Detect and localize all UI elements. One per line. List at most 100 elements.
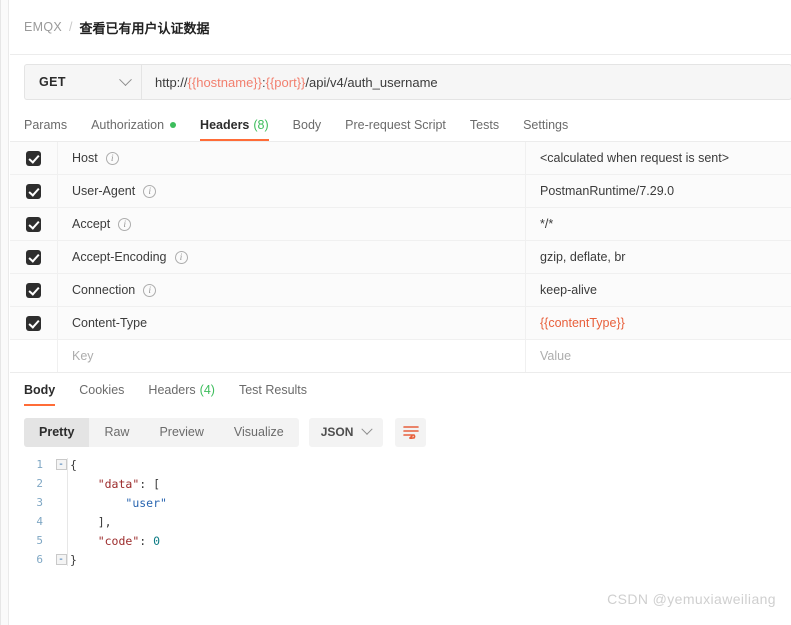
breadcrumb-separator: / xyxy=(69,20,73,34)
code-text: "code": 0 xyxy=(97,533,161,548)
checkbox-icon[interactable] xyxy=(26,249,41,265)
header-checkbox-cell[interactable] xyxy=(10,274,58,306)
tab-authorization[interactable]: Authorization xyxy=(91,109,177,141)
response-tab-cookies-label: Cookies xyxy=(79,383,125,397)
header-key-label: Host xyxy=(72,151,98,165)
header-key-label: Connection xyxy=(72,283,136,297)
response-tab-test-results[interactable]: Test Results xyxy=(239,374,307,406)
response-tab-headers[interactable]: Headers (4) xyxy=(148,374,215,406)
header-key-cell[interactable]: Accept-Encoding i xyxy=(58,241,526,273)
headers-table: Host i <calculated when request is sent>… xyxy=(10,142,791,373)
tab-pre-request-script-label: Pre-request Script xyxy=(345,118,446,132)
tab-tests[interactable]: Tests xyxy=(470,109,499,141)
tab-headers-count: (8) xyxy=(253,118,269,132)
line-number: 4 xyxy=(36,515,43,528)
header-checkbox-cell[interactable] xyxy=(10,142,58,174)
code-text: ], xyxy=(70,514,112,529)
watermark: CSDN @yemuxiaweiliang xyxy=(607,591,776,607)
table-row-new: Key Value xyxy=(10,340,791,373)
code-text: "user" xyxy=(125,495,167,510)
chevron-down-icon xyxy=(119,72,132,86)
tab-body[interactable]: Body xyxy=(293,109,322,141)
tab-headers-label: Headers xyxy=(200,118,250,132)
tab-headers[interactable]: Headers (8) xyxy=(200,109,269,141)
checkbox-icon[interactable] xyxy=(26,150,41,166)
header-value-cell[interactable]: gzip, deflate, br xyxy=(526,241,791,273)
response-tabs: Body Cookies Headers (4) Test Results xyxy=(10,373,791,406)
response-tab-body[interactable]: Body xyxy=(24,374,56,406)
header-key-label: Content-Type xyxy=(72,316,148,330)
header-value-cell[interactable]: */* xyxy=(526,208,791,240)
tab-pre-request-script[interactable]: Pre-request Script xyxy=(345,109,446,141)
code-text: } xyxy=(70,552,77,567)
table-row: Accept-Encoding i gzip, deflate, br xyxy=(10,241,791,274)
code-text: "data": [ xyxy=(97,476,161,491)
format-raw-button[interactable]: Raw xyxy=(89,418,144,447)
header-value-cell[interactable]: <calculated when request is sent> xyxy=(526,142,791,174)
tab-settings-label: Settings xyxy=(523,118,569,132)
header-key-cell[interactable]: User-Agent i xyxy=(58,175,526,207)
checkbox-icon[interactable] xyxy=(26,216,41,232)
line-number: 5 xyxy=(36,534,43,547)
code-line: 6 - } xyxy=(10,550,791,569)
left-rail xyxy=(1,0,9,625)
table-row: Accept i */* xyxy=(10,208,791,241)
format-pretty-button[interactable]: Pretty xyxy=(24,417,90,447)
header-value-cell[interactable]: {{contentType}} xyxy=(526,307,791,339)
line-number: 1 xyxy=(36,458,43,471)
checkbox-icon[interactable] xyxy=(26,183,41,199)
authorization-status-dot xyxy=(170,122,177,128)
url-path: /api/v4/auth_username xyxy=(305,74,438,90)
header-checkbox-cell-empty xyxy=(10,340,58,372)
line-number: 3 xyxy=(36,496,43,509)
info-icon[interactable]: i xyxy=(143,283,157,297)
table-row: Connection i keep-alive xyxy=(10,274,791,307)
response-tab-test-results-label: Test Results xyxy=(238,383,308,397)
header-key-cell[interactable]: Content-Type xyxy=(58,307,526,339)
url-input[interactable]: http://{{hostname}}: {{port}}/api/v4/auth… xyxy=(141,64,791,100)
header-checkbox-cell[interactable] xyxy=(10,208,58,240)
header-value-cell[interactable]: keep-alive xyxy=(526,274,791,306)
info-icon[interactable]: i xyxy=(118,217,132,231)
table-row: User-Agent i PostmanRuntime/7.29.0 xyxy=(10,175,791,208)
url-variable-port: {{port}} xyxy=(265,74,306,90)
response-tab-cookies[interactable]: Cookies xyxy=(79,374,124,406)
breadcrumb-root[interactable]: EMQX xyxy=(24,20,62,34)
url-bar: GET http://{{hostname}}: {{port}}/api/v4/… xyxy=(10,56,791,108)
header-key-cell[interactable]: Accept i xyxy=(58,208,526,240)
tab-body-label: Body xyxy=(292,118,322,132)
header-checkbox-cell[interactable] xyxy=(10,307,58,339)
header-checkbox-cell[interactable] xyxy=(10,241,58,273)
info-icon[interactable]: i xyxy=(143,184,157,198)
header-key-label: User-Agent xyxy=(72,184,136,198)
http-method-select[interactable]: GET xyxy=(24,64,141,100)
info-icon[interactable]: i xyxy=(105,151,119,165)
line-number: 2 xyxy=(36,477,43,490)
tab-params-label: Params xyxy=(24,118,68,132)
word-wrap-button[interactable] xyxy=(395,417,427,447)
format-preview-button[interactable]: Preview xyxy=(144,418,218,447)
header-key-cell[interactable]: Host i xyxy=(58,142,526,174)
table-row: Host i <calculated when request is sent> xyxy=(10,142,791,175)
postman-window: EMQX / 查看已有用户认证数据 GET http://{{hostname}… xyxy=(0,0,791,625)
url-variable-hostname: {{hostname}} xyxy=(187,74,262,90)
response-tab-body-label: Body xyxy=(24,383,56,397)
info-icon[interactable]: i xyxy=(174,250,188,264)
header-value-input[interactable]: Value xyxy=(526,340,791,372)
response-language-select[interactable]: JSON xyxy=(308,417,384,447)
tab-settings[interactable]: Settings xyxy=(523,109,568,141)
checkbox-icon[interactable] xyxy=(26,315,41,331)
tab-authorization-label: Authorization xyxy=(91,118,165,132)
checkbox-icon[interactable] xyxy=(26,282,41,298)
header-key-cell[interactable]: Connection i xyxy=(58,274,526,306)
response-language-label: JSON xyxy=(320,425,354,439)
header-value-cell[interactable]: PostmanRuntime/7.29.0 xyxy=(526,175,791,207)
header-checkbox-cell[interactable] xyxy=(10,175,58,207)
code-line: 2 "data": [ xyxy=(10,474,791,493)
code-line: 3 "user" xyxy=(10,493,791,512)
tab-tests-label: Tests xyxy=(469,118,500,132)
header-key-input[interactable]: Key xyxy=(58,340,526,372)
format-visualize-button[interactable]: Visualize xyxy=(219,418,299,447)
tab-params[interactable]: Params xyxy=(24,109,67,141)
code-line: 1 - { xyxy=(10,455,791,474)
